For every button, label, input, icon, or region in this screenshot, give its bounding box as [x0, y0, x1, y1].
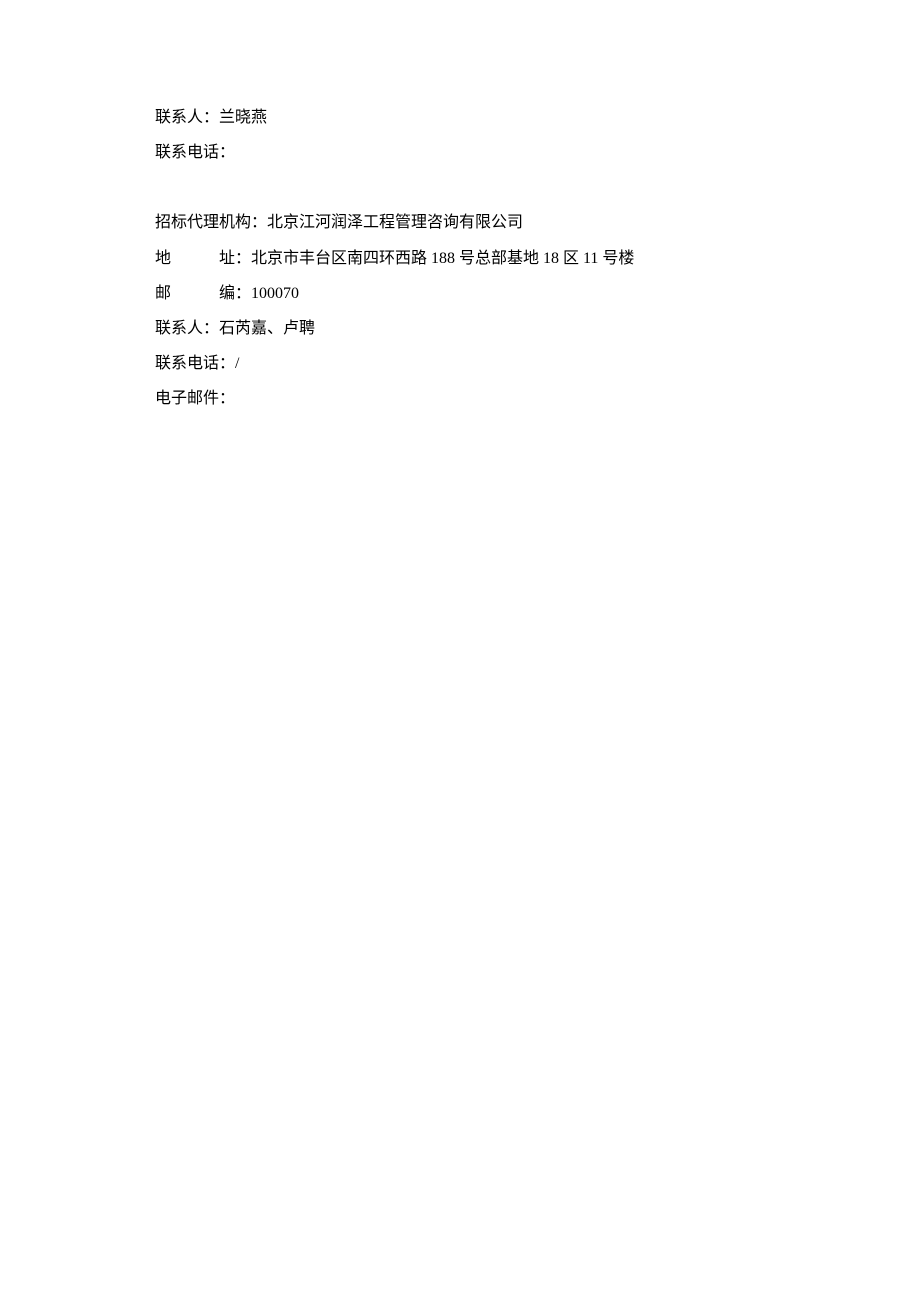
contact-phone-line: 联系电话：	[155, 135, 765, 170]
postcode-line: 邮 编：100070	[155, 276, 765, 311]
agency-line: 招标代理机构：北京江河润泽工程管理咨询有限公司	[155, 205, 765, 240]
agency-contact-person-line: 联系人：石芮嘉、卢聘	[155, 311, 765, 346]
agency-contact-phone-line: 联系电话：/	[155, 346, 765, 381]
email-line: 电子邮件：	[155, 381, 765, 416]
address-line: 地 址：北京市丰台区南四环西路 188 号总部基地 18 区 11 号楼	[155, 241, 765, 276]
contact-person-line: 联系人：兰晓燕	[155, 100, 765, 135]
paragraph-spacer	[155, 170, 765, 205]
